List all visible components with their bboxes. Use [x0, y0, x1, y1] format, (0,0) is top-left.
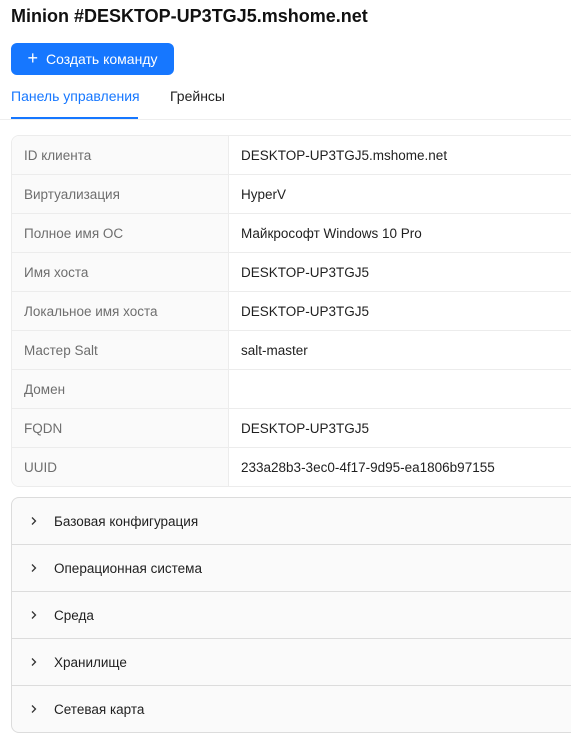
collapse-panel-storage[interactable]: Хранилище — [12, 639, 571, 686]
create-command-label: Создать команду — [46, 51, 158, 67]
chevron-right-icon — [29, 704, 39, 714]
tab-bar: Панель управления Грейнсы — [0, 86, 571, 120]
row-label: Полное имя ОС — [12, 214, 229, 252]
chevron-right-icon — [29, 610, 39, 620]
panel-label: Сетевая карта — [54, 701, 145, 717]
plus-icon: + — [27, 48, 39, 68]
panel-label: Среда — [54, 607, 94, 623]
row-label: Локальное имя хоста — [12, 292, 229, 330]
chevron-right-icon — [29, 516, 39, 526]
table-row: Виртуализация HyperV — [12, 175, 571, 214]
row-value: Майкрософт Windows 10 Pro — [241, 225, 422, 241]
row-label: Мастер Salt — [12, 331, 229, 369]
row-value: DESKTOP-UP3TGJ5 — [241, 420, 370, 436]
table-row: FQDN DESKTOP-UP3TGJ5 — [12, 409, 571, 448]
table-row: Имя хоста DESKTOP-UP3TGJ5 — [12, 253, 571, 292]
row-value: salt-master — [241, 342, 308, 358]
row-value: DESKTOP-UP3TGJ5 — [241, 264, 370, 280]
minion-info-table: ID клиента DESKTOP-UP3TGJ5.mshome.net Ви… — [11, 135, 571, 487]
row-value: HyperV — [241, 186, 287, 202]
row-label: FQDN — [12, 409, 229, 447]
table-row: Домен — [12, 370, 571, 409]
panel-label: Базовая конфигурация — [54, 513, 199, 529]
table-row: Мастер Salt salt-master — [12, 331, 571, 370]
row-value: DESKTOP-UP3TGJ5 — [241, 303, 370, 319]
row-label: Домен — [12, 370, 229, 408]
row-value: 233a28b3-3ec0-4f17-9d95-ea1806b97155 — [241, 459, 495, 475]
collapse-panel-network-card[interactable]: Сетевая карта — [12, 686, 571, 732]
row-label: ID клиента — [12, 136, 229, 174]
row-value — [229, 370, 571, 408]
page-title: Minion #DESKTOP-UP3TGJ5.mshome.net — [11, 6, 368, 26]
row-label: UUID — [12, 448, 229, 486]
table-row: Локальное имя хоста DESKTOP-UP3TGJ5 — [12, 292, 571, 331]
chevron-right-icon — [29, 563, 39, 573]
collapse-panel-environment[interactable]: Среда — [12, 592, 571, 639]
active-tab-indicator — [11, 117, 138, 119]
chevron-right-icon — [29, 657, 39, 667]
panel-label: Хранилище — [54, 654, 127, 670]
row-label: Имя хоста — [12, 253, 229, 291]
tab-dashboard[interactable]: Панель управления — [11, 88, 140, 104]
row-label: Виртуализация — [12, 175, 229, 213]
collapse-panel-os[interactable]: Операционная система — [12, 545, 571, 592]
create-command-button[interactable]: + Создать команду — [11, 43, 174, 75]
collapse-panel-base-config[interactable]: Базовая конфигурация — [12, 498, 571, 545]
details-collapse: Базовая конфигурация Операционная систем… — [11, 497, 571, 733]
panel-label: Операционная система — [54, 560, 202, 576]
table-row: UUID 233a28b3-3ec0-4f17-9d95-ea1806b9715… — [12, 448, 571, 486]
table-row: ID клиента DESKTOP-UP3TGJ5.mshome.net — [12, 136, 571, 175]
table-row: Полное имя ОС Майкрософт Windows 10 Pro — [12, 214, 571, 253]
tab-grains[interactable]: Грейнсы — [170, 88, 225, 104]
row-value: DESKTOP-UP3TGJ5.mshome.net — [241, 147, 448, 163]
